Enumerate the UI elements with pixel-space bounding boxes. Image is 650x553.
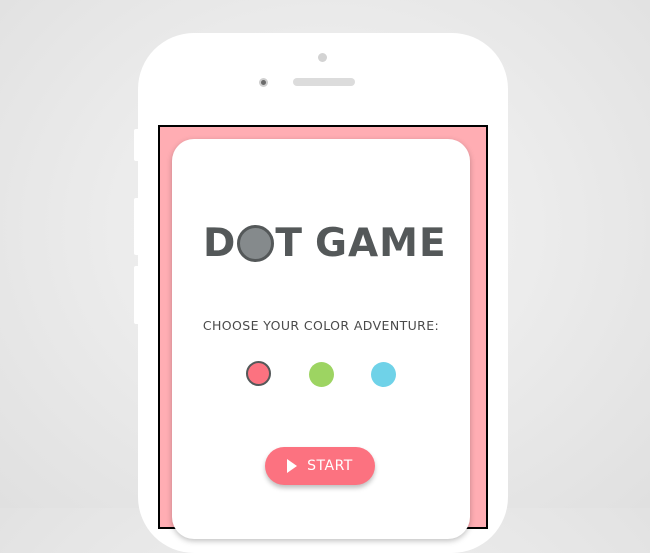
color-prompt: CHOOSE YOUR COLOR ADVENTURE: <box>202 318 440 333</box>
start-button[interactable]: START <box>265 447 375 485</box>
color-option-pink[interactable] <box>246 361 271 386</box>
earpiece-speaker <box>293 78 355 86</box>
title-letter-d: D <box>203 220 237 266</box>
title-dot-icon <box>237 224 275 262</box>
title-letter-t: T <box>275 220 303 266</box>
title-word-game: GAME <box>314 220 447 266</box>
front-camera-icon <box>259 78 268 87</box>
proximity-sensor <box>318 53 327 62</box>
game-title: D T GAME <box>203 220 463 266</box>
start-button-label: START <box>307 458 353 474</box>
play-icon <box>287 459 298 473</box>
color-option-green[interactable] <box>309 362 334 387</box>
color-option-blue[interactable] <box>371 362 396 387</box>
